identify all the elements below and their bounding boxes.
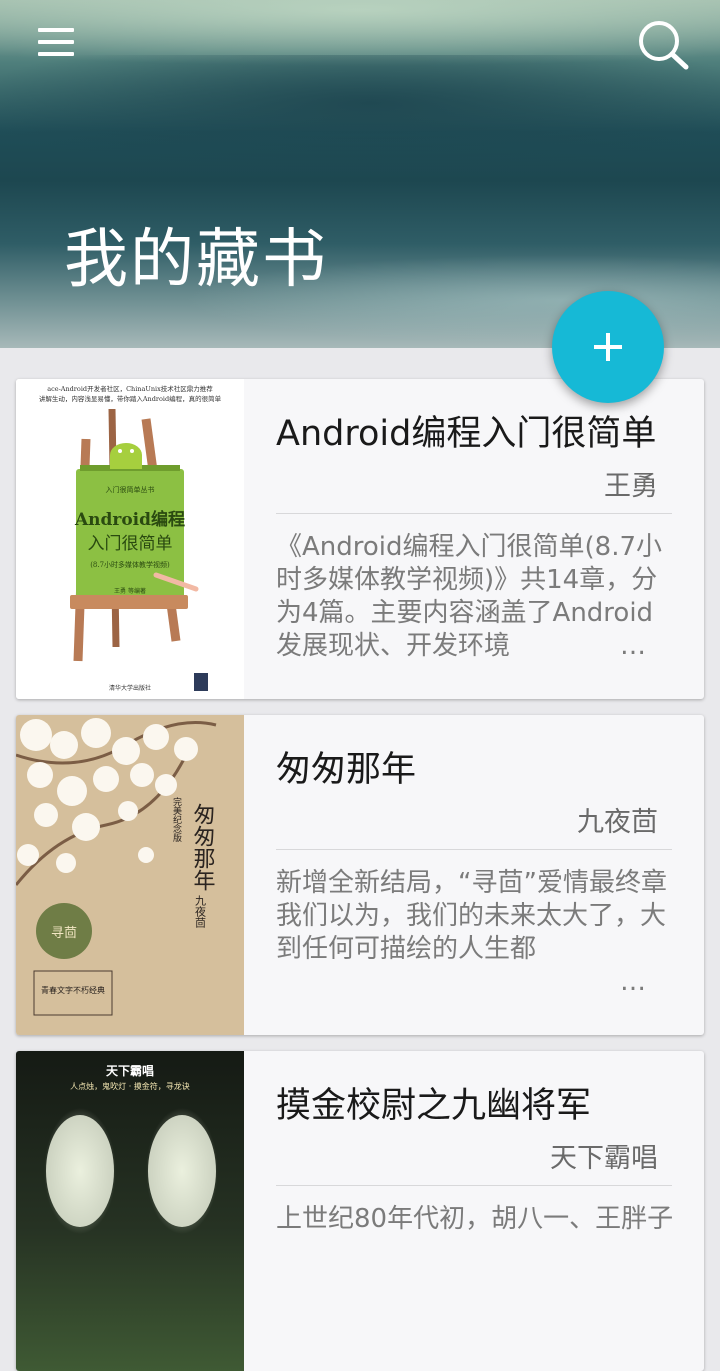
cover-publisher: 清华大学出版社: [109, 684, 151, 692]
book-card[interactable]: ace-Android开发者社区，ChinaUnix技术社区鼎力推荐 讲解生动，…: [16, 379, 704, 699]
book-cover-image: ace-Android开发者社区，ChinaUnix技术社区鼎力推荐 讲解生动，…: [16, 379, 244, 699]
book-card[interactable]: 天下霸唱 人点烛，鬼吹灯 · 摸金符，寻龙诀 摸金校尉之九幽将军 天下霸唱 上世…: [16, 1051, 704, 1371]
cover-title-line1: Android编程: [74, 509, 185, 530]
book-description: 上世纪80年代初，胡八一、王胖子: [276, 1204, 674, 1234]
cave-book-illustration: 天下霸唱 人点烛，鬼吹灯 · 摸金符，寻龙诀: [46, 1064, 216, 1227]
cover-edition: 完美纪念版: [171, 796, 182, 843]
divider: [276, 1185, 672, 1186]
book-card[interactable]: 匆匆那年 完美纪念版 九夜茴 寻茴 青春文字不朽经典 匆匆那年 九夜茴 新增全新…: [16, 715, 704, 1035]
cover-series: 入门很简单丛书: [106, 485, 155, 494]
book-author: 王勇: [604, 471, 658, 502]
book-cover-image: 匆匆那年 完美纪念版 九夜茴 寻茴 青春文字不朽经典: [16, 715, 244, 1035]
plus-icon-vertical: [606, 333, 610, 361]
book-author: 天下霸唱: [550, 1143, 658, 1174]
cover-top-text: ace-Android开发者社区，ChinaUnix技术社区鼎力推荐: [47, 384, 213, 393]
hamburger-menu-icon-bar: [38, 40, 74, 44]
easel-book-illustration: ace-Android开发者社区，ChinaUnix技术社区鼎力推荐 讲解生动，…: [39, 384, 222, 692]
header-background-mist: [0, 55, 720, 175]
cover-author: 天下霸唱: [106, 1064, 154, 1078]
ellipsis: …: [620, 966, 660, 999]
cover-blurb: 青春文字不朽经典: [41, 985, 105, 995]
cover-top-text-2: 讲解生动，内容浅显易懂，带你踏入Android编程，真的很简单: [39, 394, 222, 403]
cover-title-line2: 入门很简单: [88, 534, 173, 554]
hamburger-menu-icon-bar: [38, 52, 74, 56]
hamburger-menu-icon: [38, 28, 74, 32]
ellipsis: …: [620, 630, 660, 663]
cover-subtitle: (8.7小时多媒体教学视频): [90, 560, 170, 569]
blossom-book-illustration: 匆匆那年 完美纪念版 九夜茴 寻茴 青春文字不朽经典: [16, 718, 217, 1016]
divider: [276, 849, 672, 850]
add-book-button[interactable]: [552, 291, 664, 403]
book-title: Android编程入门很简单: [276, 414, 657, 454]
book-title: 摸金校尉之九幽将军: [276, 1086, 592, 1126]
menu-button[interactable]: [28, 22, 84, 62]
cover-title: 匆匆那年: [190, 803, 216, 891]
book-author: 九夜茴: [577, 807, 658, 838]
book-cover-image: 天下霸唱 人点烛，鬼吹灯 · 摸金符，寻龙诀: [16, 1051, 244, 1371]
cover-author: 九夜茴: [194, 895, 207, 929]
cover-tagline: 人点烛，鬼吹灯 · 摸金符，寻龙诀: [70, 1081, 190, 1091]
divider: [276, 513, 672, 514]
book-description: 《Android编程入门很简单(8.7小时多媒体教学视频)》共14章，分为4篇。…: [276, 532, 663, 661]
book-title: 匆匆那年: [276, 750, 417, 790]
search-icon: [639, 21, 689, 70]
search-button[interactable]: [630, 14, 694, 74]
page-title: 我的藏书: [64, 223, 328, 297]
cover-badge: 寻茴: [51, 926, 77, 941]
book-description: 新增全新结局，“寻茴”爱情最终章 我们以为，我们的未来太大了，大到任何可描绘的人…: [276, 868, 667, 964]
cover-authors: 王勇 等编著: [114, 587, 146, 595]
